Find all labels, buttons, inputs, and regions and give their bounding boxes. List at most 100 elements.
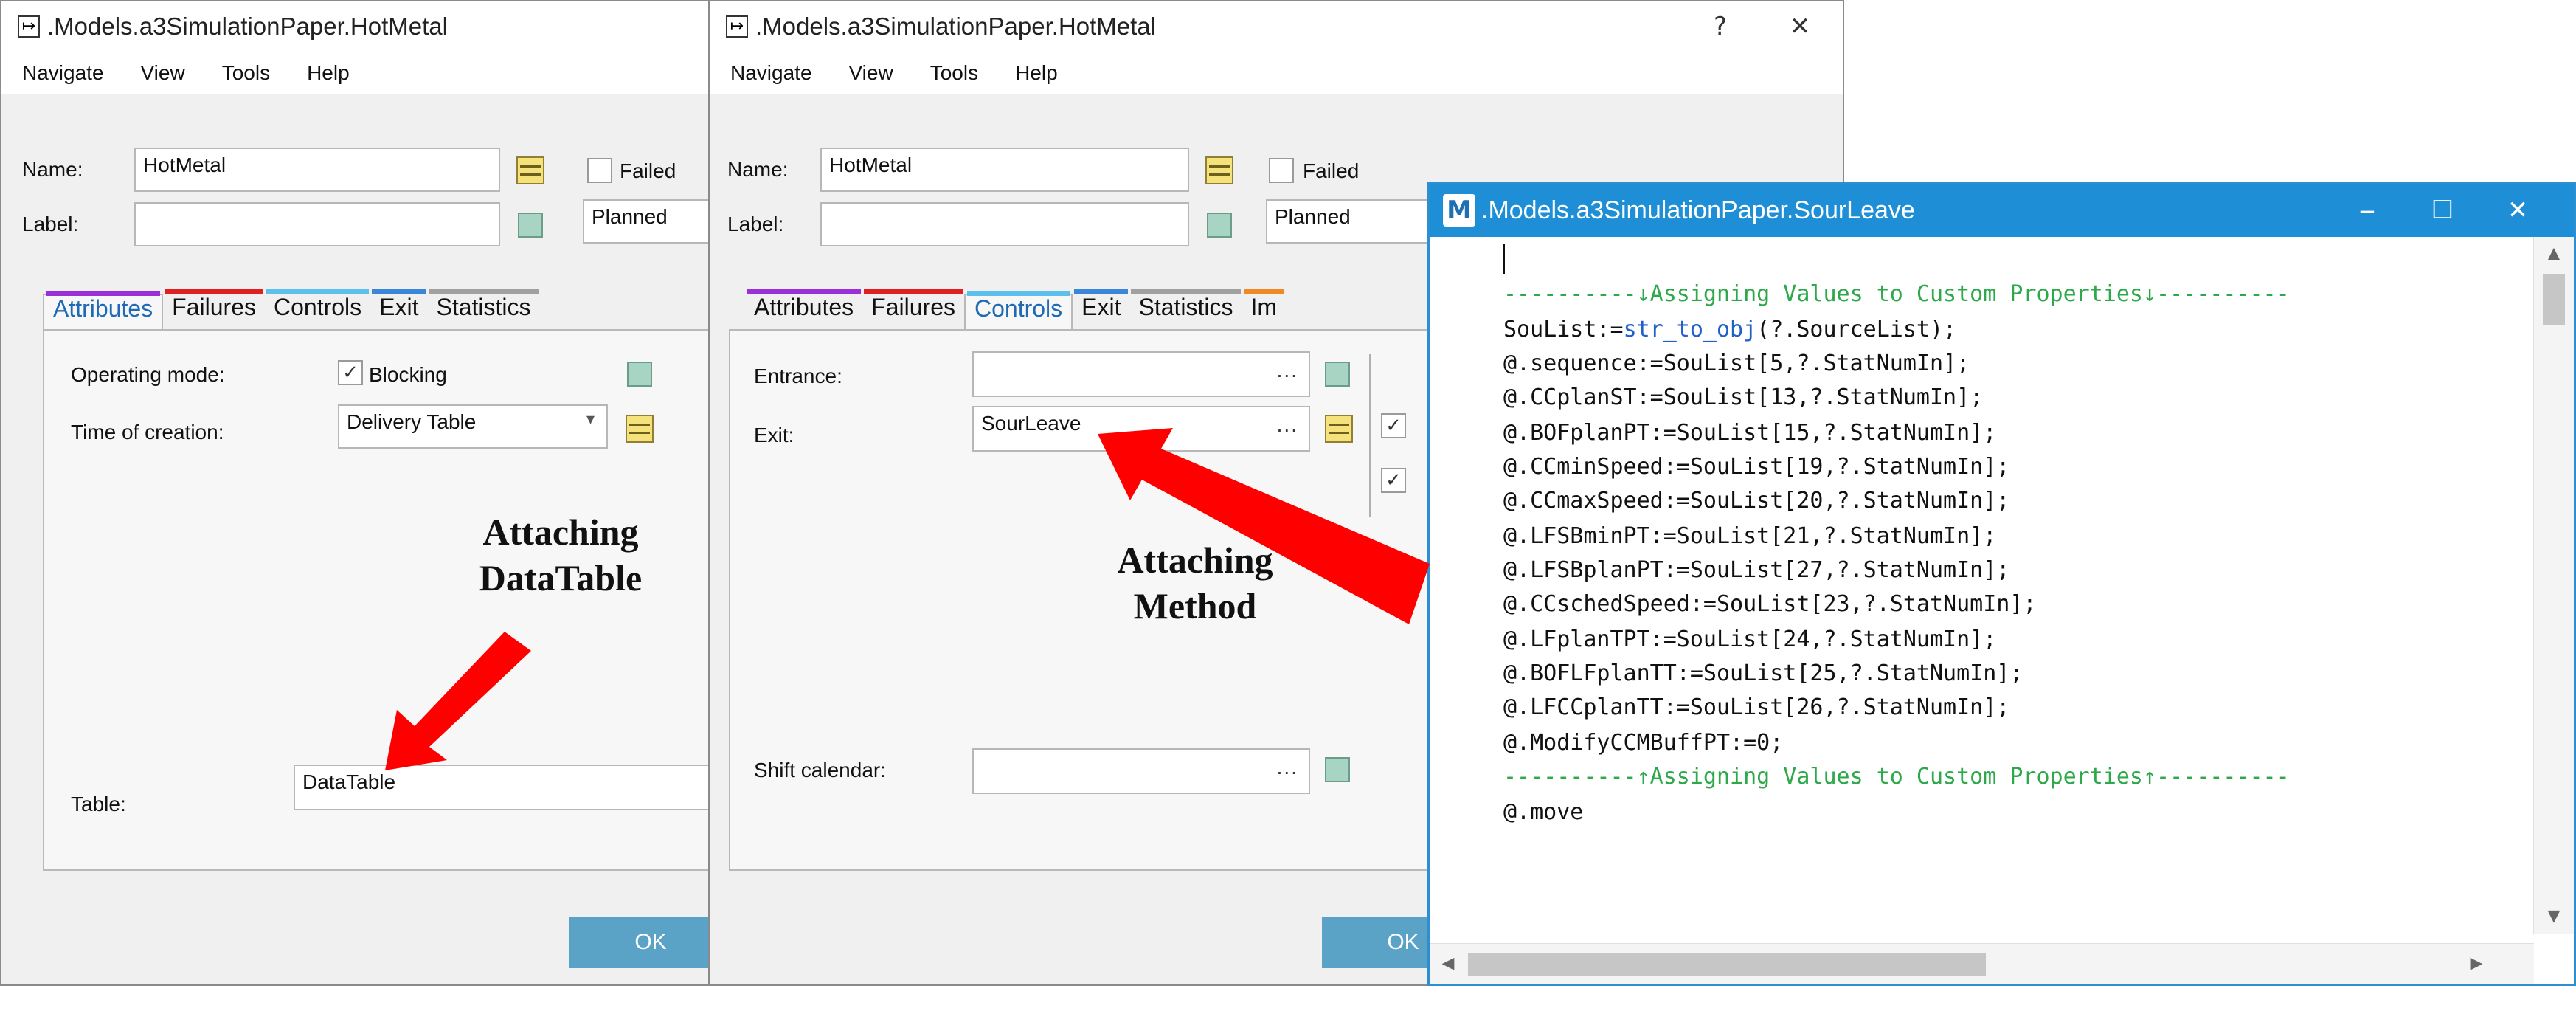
- planned-select[interactable]: Planned: [1266, 199, 1428, 244]
- help-button[interactable]: ?: [1698, 1, 1742, 52]
- code-line: SouList:=str_to_obj(?.SourceList);: [1503, 317, 1957, 342]
- code-line: @.CCmaxSpeed:=SouList[20,?.StatNumIn];: [1503, 488, 2010, 514]
- menu-view[interactable]: View: [849, 61, 893, 85]
- time-of-creation-inherit-icon[interactable]: [626, 415, 654, 443]
- exit-inherit-icon[interactable]: [1325, 415, 1353, 443]
- label-input[interactable]: [820, 202, 1189, 246]
- dialog2-titlebar[interactable]: ↦ .Models.a3SimulationPaper.HotMetal ? ✕: [710, 1, 1843, 52]
- scroll-thumb[interactable]: [2543, 274, 2565, 325]
- dialog1-titlebar[interactable]: ↦ .Models.a3SimulationPaper.HotMetal: [1, 1, 721, 52]
- name-input[interactable]: HotMetal: [820, 148, 1189, 192]
- code-line: @.LFSBplanPT:=SouList[27,?.StatNumIn];: [1503, 557, 2010, 583]
- tab-statistics[interactable]: Statistics: [427, 289, 539, 331]
- browse-button[interactable]: ...: [1277, 413, 1298, 437]
- tab-controls[interactable]: Controls: [963, 291, 1073, 331]
- shift-calendar-label: Shift calendar:: [754, 759, 886, 781]
- object-link-icon: ↦: [726, 15, 748, 38]
- failed-checkbox[interactable]: [1269, 158, 1294, 183]
- failed-checkbox[interactable]: [587, 158, 612, 183]
- scroll-up-icon[interactable]: ▲: [2534, 237, 2574, 271]
- label-label: Label:: [22, 213, 79, 235]
- scroll-right-icon[interactable]: ▶: [2458, 944, 2495, 984]
- scroll-left-icon[interactable]: ◀: [1430, 944, 1467, 984]
- menu-navigate[interactable]: Navigate: [22, 61, 104, 85]
- name-label: Name:: [727, 158, 789, 181]
- entrance-label: Entrance:: [754, 365, 842, 387]
- dialog1-tabstrip: Attributes Failures Controls Exit Statis…: [43, 288, 540, 331]
- dialog1-ok-button[interactable]: OK: [569, 917, 721, 968]
- name-label: Name:: [22, 158, 83, 181]
- dialog2-menubar: Navigate View Tools Help: [710, 52, 1843, 94]
- shift-calendar-input[interactable]: ...: [972, 748, 1310, 794]
- exit-input[interactable]: SourLeave ...: [972, 406, 1310, 452]
- scroll-down-icon[interactable]: ▼: [2534, 900, 2574, 934]
- tab-exit[interactable]: Exit: [370, 289, 427, 331]
- blocking-checkbox[interactable]: ✓: [338, 360, 363, 385]
- code-comment: ----------↓Assigning Values to Custom Pr…: [1503, 281, 2290, 307]
- browse-button[interactable]: ...: [1277, 756, 1298, 779]
- label-inherit-icon[interactable]: [518, 213, 543, 238]
- table-input[interactable]: DataTable: [294, 765, 721, 810]
- tab-failures[interactable]: Failures: [862, 289, 964, 331]
- option-checkbox-1[interactable]: ✓: [1381, 413, 1406, 438]
- inherit-icon[interactable]: [516, 156, 544, 184]
- tab-controls[interactable]: Controls: [265, 289, 370, 331]
- dialog1-title: .Models.a3SimulationPaper.HotMetal: [47, 13, 448, 40]
- code-editor[interactable]: ----------↓Assigning Values to Custom Pr…: [1430, 237, 2507, 895]
- tab-attributes[interactable]: Attributes: [745, 289, 862, 331]
- dialog2-title: .Models.a3SimulationPaper.HotMetal: [755, 13, 1156, 40]
- browse-button[interactable]: ...: [1277, 359, 1298, 382]
- menu-tools[interactable]: Tools: [930, 61, 978, 85]
- tab-failures[interactable]: Failures: [163, 289, 265, 331]
- code-line: @.BOFLFplanTT:=SouList[25,?.StatNumIn];: [1503, 660, 2023, 686]
- method-title: .Models.a3SimulationPaper.SourLeave: [1481, 196, 1915, 224]
- menu-navigate[interactable]: Navigate: [730, 61, 812, 85]
- menu-tools[interactable]: Tools: [222, 61, 270, 85]
- code-line: @.sequence:=SouList[5,?.StatNumIn];: [1503, 351, 1970, 376]
- tab-im[interactable]: Im: [1242, 289, 1287, 331]
- blocking-inherit-icon[interactable]: [627, 362, 652, 387]
- tab-exit[interactable]: Exit: [1073, 289, 1129, 331]
- close-icon[interactable]: ✕: [1778, 1, 1822, 52]
- dialog1-menubar: Navigate View Tools Help: [1, 52, 721, 94]
- option-checkbox-2[interactable]: ✓: [1381, 468, 1406, 493]
- vertical-scrollbar[interactable]: ▲ ▼: [2533, 237, 2574, 934]
- code-line: @.CCplanST:=SouList[13,?.StatNumIn];: [1503, 384, 1984, 410]
- horizontal-scrollbar[interactable]: ◀ ▶: [1430, 943, 2534, 984]
- annotation-attaching-datatable: Attaching DataTable: [479, 511, 643, 598]
- method-titlebar[interactable]: M .Models.a3SimulationPaper.SourLeave ‒ …: [1430, 184, 2574, 237]
- code-line: @.BOFplanPT:=SouList[15,?.StatNumIn];: [1503, 420, 1997, 446]
- time-of-creation-select[interactable]: Delivery Table ▾: [338, 404, 608, 449]
- tab-attributes[interactable]: Attributes: [43, 291, 164, 331]
- function-name: str_to_obj: [1623, 317, 1757, 342]
- chevron-down-icon: ▾: [586, 410, 595, 429]
- annotation-attaching-method: Attaching Method: [1117, 539, 1273, 627]
- menu-help[interactable]: Help: [307, 61, 350, 85]
- label-input[interactable]: [134, 202, 500, 246]
- close-icon[interactable]: ✕: [2492, 184, 2544, 237]
- tab-statistics[interactable]: Statistics: [1129, 289, 1242, 331]
- name-input[interactable]: HotMetal: [134, 148, 500, 192]
- minimize-icon[interactable]: ‒: [2341, 184, 2393, 237]
- exit-label: Exit:: [754, 424, 794, 446]
- label-label: Label:: [727, 213, 784, 235]
- code-comment: ----------↑Assigning Values to Custom Pr…: [1503, 764, 2290, 790]
- entrance-input[interactable]: ...: [972, 351, 1310, 397]
- maximize-icon[interactable]: ☐: [2417, 184, 2468, 237]
- shift-calendar-inherit-icon[interactable]: [1325, 757, 1350, 782]
- planned-field[interactable]: Planned: [583, 199, 721, 244]
- menu-help[interactable]: Help: [1015, 61, 1058, 85]
- scroll-thumb-horizontal[interactable]: [1468, 953, 1986, 976]
- method-icon: M: [1443, 194, 1475, 227]
- label-inherit-icon[interactable]: [1207, 213, 1232, 238]
- code-line: @.LFplanTPT:=SouList[24,?.StatNumIn];: [1503, 627, 1997, 652]
- code-line: @.LFSBminPT:=SouList[21,?.StatNumIn];: [1503, 523, 1997, 549]
- code-line: @.ModifyCCMBuffPT:=0;: [1503, 730, 1784, 756]
- object-link-icon: ↦: [18, 15, 40, 38]
- entrance-inherit-icon[interactable]: [1325, 362, 1350, 387]
- inherit-icon[interactable]: [1205, 156, 1233, 184]
- blocking-label: Blocking: [369, 363, 447, 386]
- menu-view[interactable]: View: [141, 61, 185, 85]
- divider: [1369, 354, 1371, 517]
- code-line: @.CCminSpeed:=SouList[19,?.StatNumIn];: [1503, 454, 2010, 480]
